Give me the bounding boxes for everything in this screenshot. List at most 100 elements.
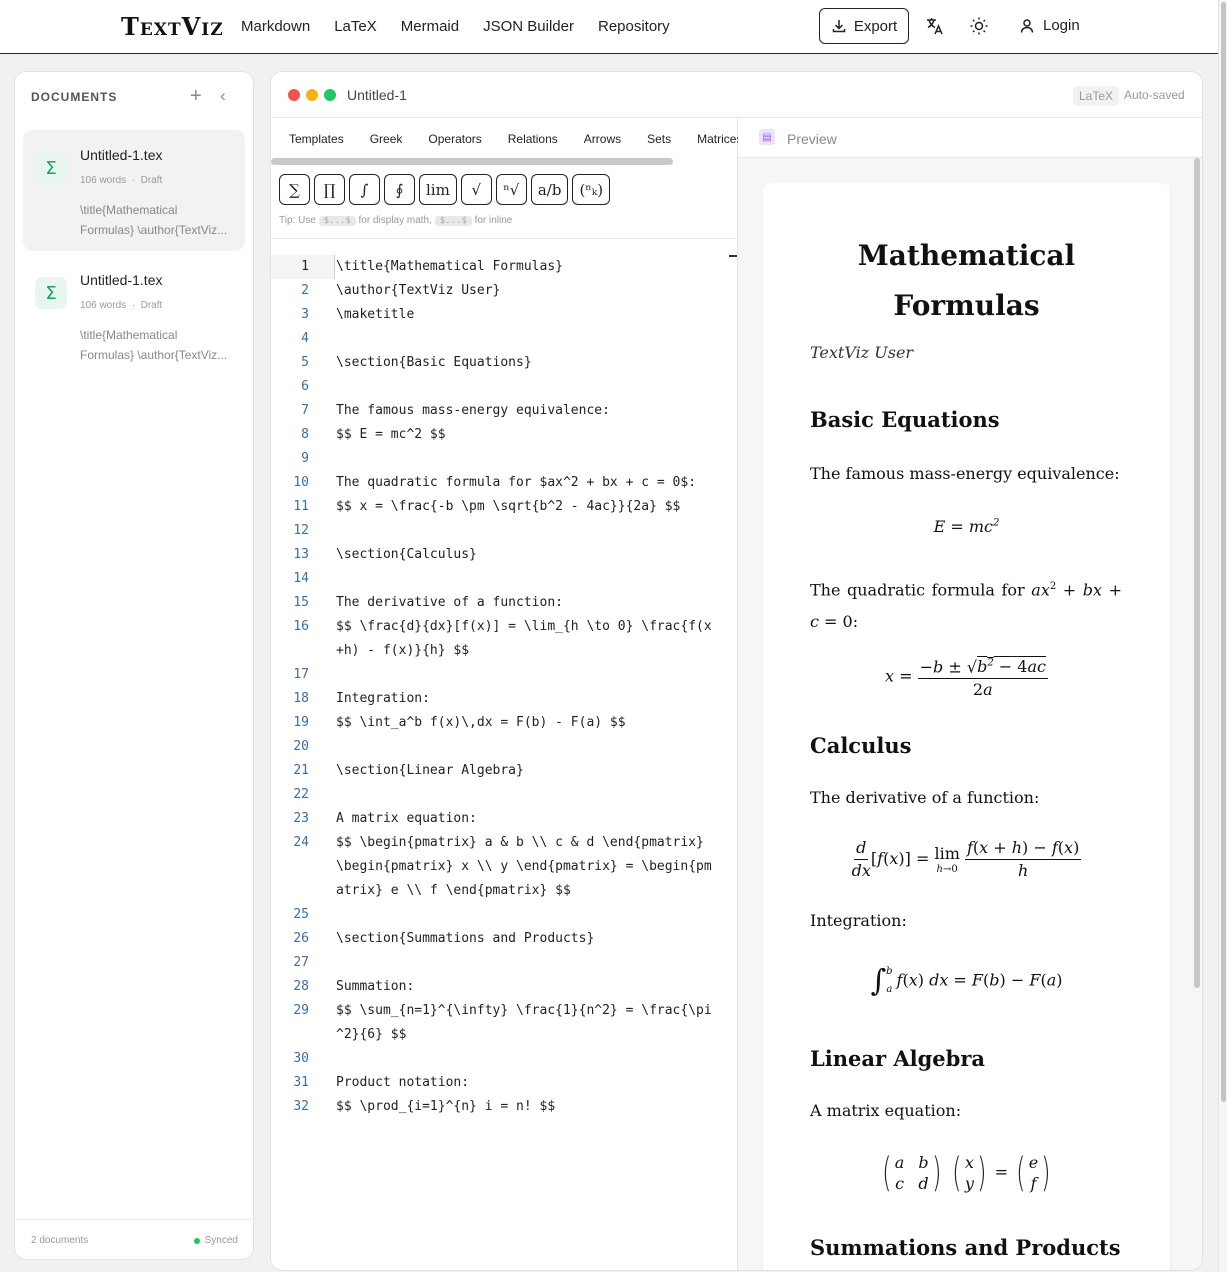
code-line[interactable]: 21 \section{Linear Algebra} [271, 759, 731, 783]
code-line[interactable]: 3 \maketitle [271, 303, 731, 327]
code-line[interactable]: 32 $$ \prod_{i=1}^{n} i = n! $$ [271, 1095, 731, 1119]
sigma-icon: Σ [35, 152, 67, 184]
nav-links: Markdown LaTeX Mermaid JSON Builder Repo… [241, 18, 670, 35]
tab-matrices[interactable]: Matrices [697, 132, 742, 146]
equation-matrix: (a b c d) (x y) = (e f) [882, 1150, 1051, 1196]
minimize-dot-icon[interactable] [306, 89, 318, 101]
close-dot-icon[interactable] [288, 89, 300, 101]
sync-status: Synced [193, 1235, 238, 1246]
tabs-scrollbar[interactable] [271, 158, 673, 165]
tab-relations[interactable]: Relations [508, 132, 558, 146]
product-button[interactable]: ∏ [314, 174, 345, 205]
nav-link-json-builder[interactable]: JSON Builder [483, 18, 574, 35]
preview-scrollbar[interactable] [1194, 158, 1200, 988]
code-line[interactable]: 23 A matrix equation: [271, 807, 731, 831]
line-content: $$ \int_a^b f(x)\,dx = F(b) - F(a) $$ [336, 715, 626, 730]
document-item[interactable]: Σ Untitled-1.tex 106 words · Draft \titl… [23, 130, 245, 251]
tab-operators[interactable]: Operators [428, 132, 481, 146]
code-line[interactable]: 24 $$ \begin{pmatrix} a & b \\ c & d \end… [271, 831, 731, 903]
nav-link-latex[interactable]: LaTeX [334, 18, 377, 35]
code-line[interactable]: 25 [271, 903, 731, 927]
code-line[interactable]: 18 Integration: [271, 687, 731, 711]
code-line[interactable]: 4 [271, 327, 731, 351]
code-line[interactable]: 11 $$ x = \frac{-b \pm \sqrt{b^2 - 4ac}}{… [271, 495, 731, 519]
nth-root-button[interactable]: ⁿ√ [495, 174, 527, 205]
code-line[interactable]: 17 [271, 663, 731, 687]
top-navbar: TextViz Markdown LaTeX Mermaid JSON Buil… [0, 0, 1218, 54]
nav-link-mermaid[interactable]: Mermaid [401, 18, 459, 35]
section-heading: Basic Equations [810, 407, 1000, 432]
line-number: 29 [293, 1003, 309, 1018]
contour-integral-button[interactable]: ∮ [384, 174, 415, 205]
tab-greek[interactable]: Greek [370, 132, 403, 146]
collapse-sidebar-icon[interactable]: ‹ [220, 86, 226, 106]
code-line[interactable]: 22 [271, 783, 731, 807]
code-line[interactable]: 14 [271, 567, 731, 591]
equation-derivative: d dx [f(x)] = lim h→0 f(x + h) − f(x) h [851, 838, 1082, 880]
line-number: 32 [293, 1099, 309, 1114]
line-number: 1 [301, 259, 309, 274]
code-line[interactable]: 12 [271, 519, 731, 543]
fraction-button[interactable]: a/b [530, 174, 569, 205]
code-line[interactable]: 27 [271, 951, 731, 975]
user-icon [1020, 18, 1034, 33]
code-line[interactable]: 28 Summation: [271, 975, 731, 999]
code-line[interactable]: 5 \section{Basic Equations} [271, 351, 731, 375]
maximize-dot-icon[interactable] [324, 89, 336, 101]
document-item[interactable]: Σ Untitled-1.tex 106 words · Draft \titl… [23, 255, 245, 376]
login-button[interactable]: Login [1019, 17, 1080, 34]
add-document-icon[interactable]: + [190, 85, 202, 108]
code-line[interactable]: 20 [271, 735, 731, 759]
line-number: 2 [301, 283, 309, 298]
line-number: 3 [301, 307, 309, 322]
sum-button[interactable]: ∑ [279, 174, 310, 205]
code-line[interactable]: 7 The famous mass-energy equivalence: [271, 399, 731, 423]
nav-link-repository[interactable]: Repository [598, 18, 670, 35]
symbol-category-tabs: Templates Greek Operators Relations Arro… [289, 132, 768, 146]
code-line[interactable]: 6 [271, 375, 731, 399]
sun-icon [970, 17, 988, 35]
documents-sidebar: DOCUMENTS + ‹ Σ Untitled-1.tex 106 words… [14, 71, 254, 1260]
sync-dot-icon [193, 1237, 200, 1244]
code-line[interactable]: 1 \title{Mathematical Formulas} [271, 255, 731, 279]
code-line[interactable]: 31 Product notation: [271, 1071, 731, 1095]
translate-button[interactable] [923, 14, 947, 38]
sqrt-button[interactable]: √ [460, 174, 492, 205]
line-number: 31 [293, 1075, 309, 1090]
code-line[interactable]: 16 $$ \frac{d}{dx}[f(x)] = \lim_{h \to 0}… [271, 615, 731, 663]
tab-sets[interactable]: Sets [647, 132, 671, 146]
line-content: Product notation: [336, 1075, 470, 1090]
page-scrollbar[interactable] [1218, 0, 1227, 1272]
code-line[interactable]: 8 $$ E = mc^2 $$ [271, 423, 731, 447]
code-line[interactable]: 26 \section{Summations and Products} [271, 927, 731, 951]
code-line[interactable]: 15 The derivative of a function: [271, 591, 731, 615]
code-line[interactable]: 19 $$ \int_a^b f(x)\,dx = F(b) - F(a) $$ [271, 711, 731, 735]
export-label: Export [853, 17, 898, 35]
code-line[interactable]: 9 [271, 447, 731, 471]
brand-logo[interactable]: TextViz [121, 12, 224, 41]
binomial-button[interactable]: (ⁿₖ) [572, 174, 611, 205]
sidebar-heading: DOCUMENTS [31, 90, 118, 104]
tab-templates[interactable]: Templates [289, 132, 344, 146]
nav-link-markdown[interactable]: Markdown [241, 18, 310, 35]
line-number: 27 [293, 955, 309, 970]
rendered-document: Mathematical Formulas TextViz User Basic… [763, 183, 1170, 1270]
code-line[interactable]: 30 [271, 1047, 731, 1071]
code-editor[interactable]: 1 \title{Mathematical Formulas} 2 \author{T… [271, 255, 731, 1119]
tab-arrows[interactable]: Arrows [584, 132, 621, 146]
theme-toggle-button[interactable] [967, 14, 991, 38]
line-number: 30 [293, 1051, 309, 1066]
limit-button[interactable]: lim [419, 174, 457, 205]
document-title: Untitled-1.tex [80, 272, 163, 288]
code-line[interactable]: 29 $$ \sum_{n=1}^{\infty} \frac{1}{n^2} =… [271, 999, 731, 1047]
code-line[interactable]: 13 \section{Calculus} [271, 543, 731, 567]
integral-button[interactable]: ∫ [349, 174, 380, 205]
code-line[interactable]: 2 \author{TextViz User} [271, 279, 731, 303]
page-scrollbar-thumb[interactable] [1221, 2, 1226, 1102]
line-number: 23 [293, 811, 309, 826]
code-line[interactable]: 10 The quadratic formula for $ax^2 + bx +… [271, 471, 731, 495]
section-heading: Calculus [810, 733, 912, 758]
line-number: 5 [301, 355, 309, 370]
translate-icon [927, 18, 943, 35]
export-button[interactable]: Export [819, 8, 909, 44]
